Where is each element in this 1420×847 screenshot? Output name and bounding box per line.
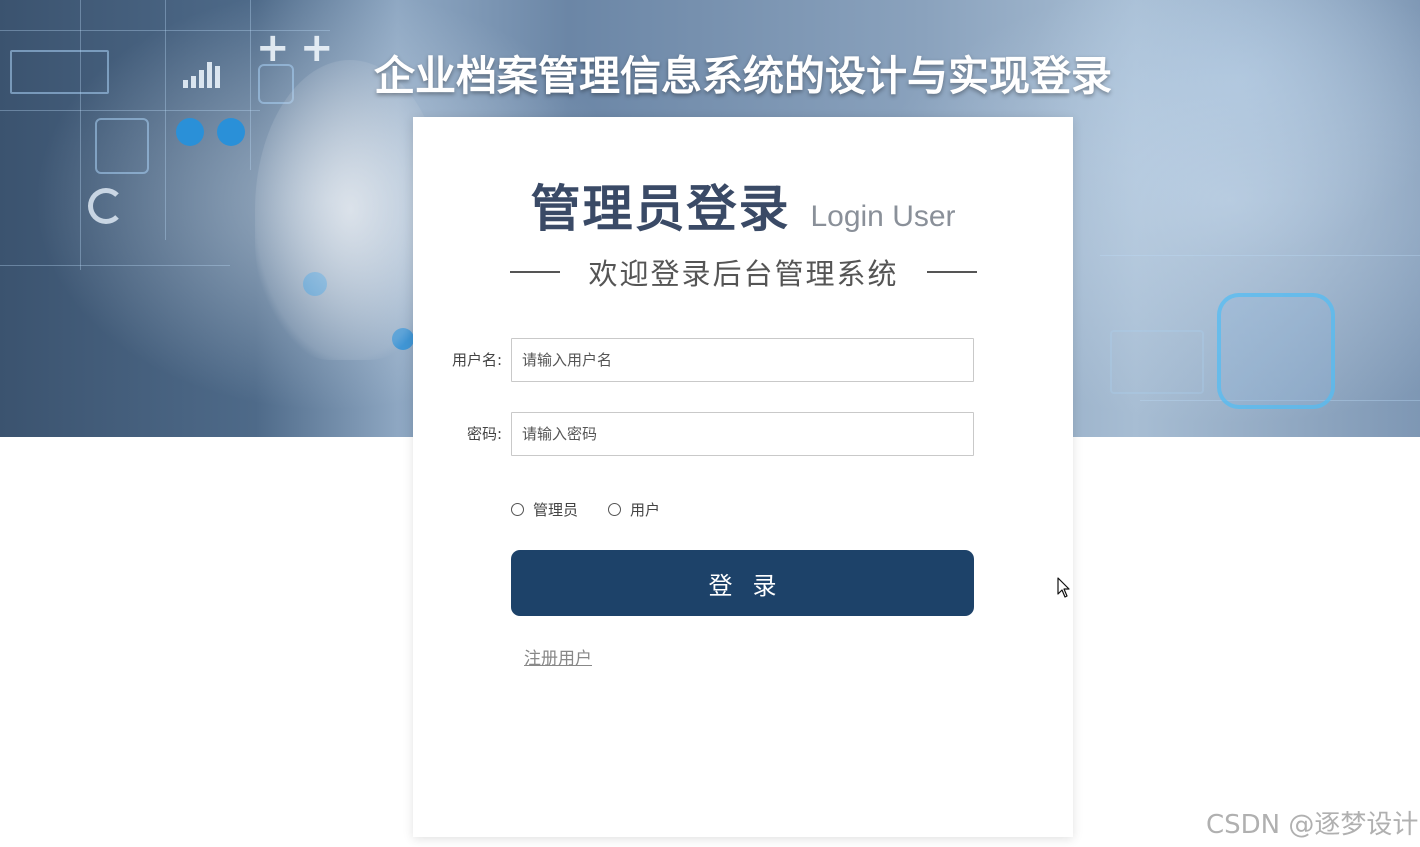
username-input[interactable]	[511, 338, 974, 382]
app-tile-icon	[1217, 293, 1335, 409]
site-title: 企业档案管理信息系统的设计与实现登录	[374, 52, 1112, 100]
user-radio[interactable]	[608, 502, 622, 516]
role-selector: 管理员 用户	[511, 498, 682, 520]
role-option-admin[interactable]: 管理员	[511, 499, 578, 520]
admin-radio[interactable]	[511, 502, 524, 516]
login-card: 管理员登录 Login User 欢迎登录后台管理系统 用户名: 密码: 管理员…	[413, 117, 1073, 837]
user-radio-label: 用户	[630, 500, 661, 519]
password-row: 密码:	[413, 412, 1073, 456]
subtitle-row: 欢迎登录后台管理系统	[510, 251, 977, 293]
password-label: 密码:	[466, 425, 502, 443]
card-title-en: Login User	[810, 200, 956, 233]
card-title: 管理员登录	[530, 180, 791, 238]
decor-square-icon	[95, 118, 149, 174]
register-link[interactable]: 注册用户	[524, 644, 592, 669]
decor-dot-icon	[176, 118, 204, 146]
login-button[interactable]: 登录	[511, 550, 974, 616]
subtitle-right-dash	[926, 271, 977, 273]
password-input[interactable]	[511, 412, 974, 456]
watermark: CSDN @逐梦设计	[1206, 810, 1419, 840]
decor-square-icon	[1110, 330, 1204, 394]
username-label: 用户名:	[451, 351, 502, 369]
card-header: 管理员登录 Login User	[523, 169, 963, 241]
decor-dot-icon	[217, 118, 245, 146]
username-row: 用户名:	[413, 338, 1073, 382]
admin-radio-label: 管理员	[533, 500, 579, 519]
role-option-user[interactable]: 用户	[608, 499, 660, 520]
loading-ring-icon	[88, 188, 124, 224]
login-page: + + 企业档案管理信息系统的设计与实现登录 管理员登录 Login User …	[0, 0, 1420, 847]
subtitle-left-dash	[510, 271, 560, 273]
card-subtitle: 欢迎登录后台管理系统	[588, 257, 899, 291]
mouse-cursor-icon	[1057, 577, 1070, 598]
